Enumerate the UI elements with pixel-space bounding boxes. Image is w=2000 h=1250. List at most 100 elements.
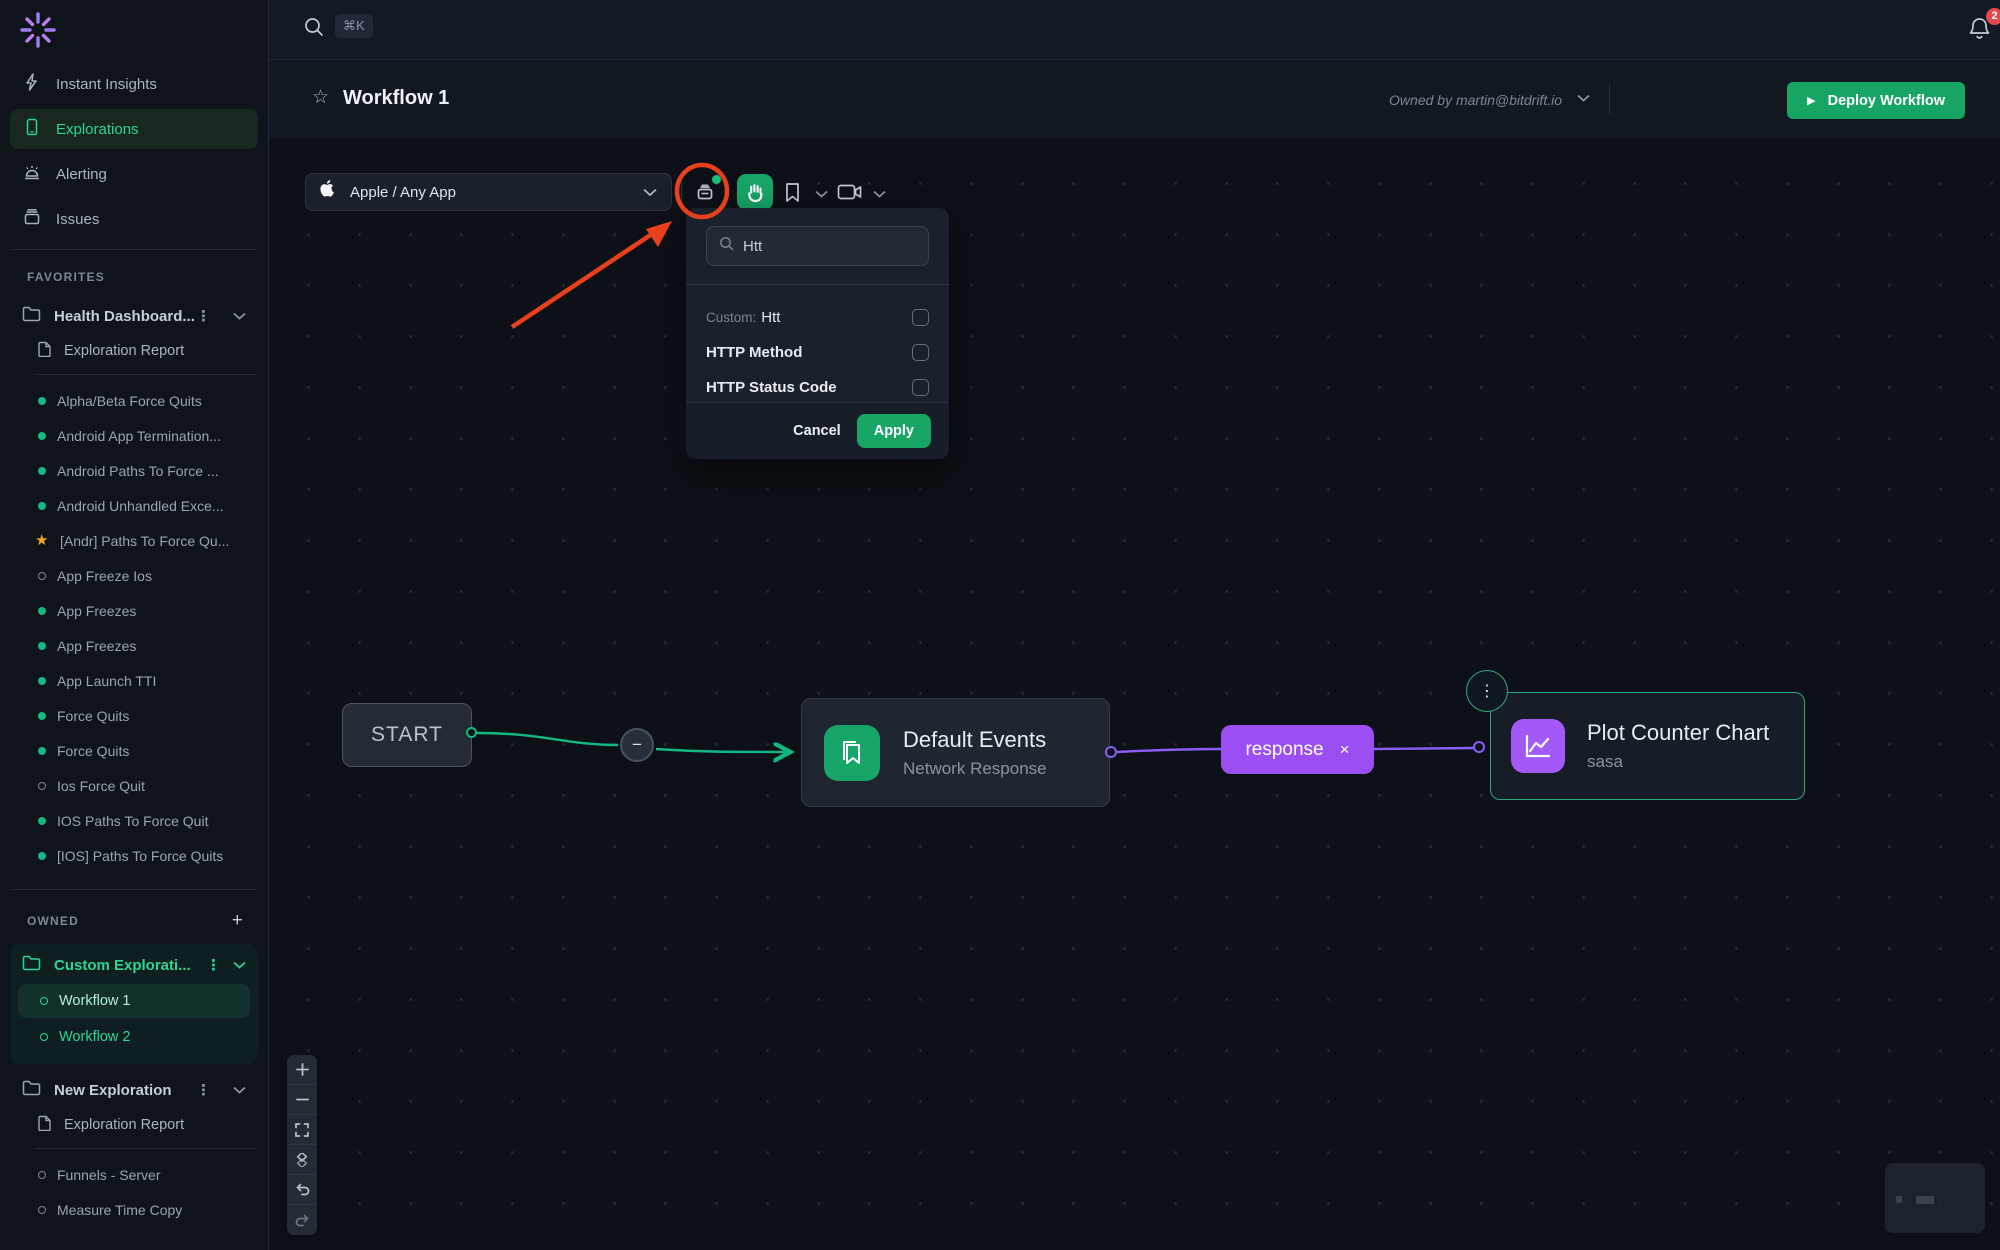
minimap-node <box>1916 1196 1934 1204</box>
list-item[interactable]: IOS Paths To Force Quit <box>0 803 268 838</box>
owned-folder-new-exploration[interactable]: New Exploration ⋮ <box>0 1072 268 1108</box>
redo-button[interactable] <box>287 1205 317 1235</box>
kebab-menu-icon: ⋮ <box>1479 681 1495 701</box>
search-icon <box>719 236 734 256</box>
list-item[interactable]: App Launch TTI <box>0 663 268 698</box>
chevron-down-icon[interactable] <box>233 312 246 320</box>
owned-folder-group: Custom Explorati... ⋮ Workflow 1 Workflo… <box>10 944 258 1064</box>
archive-box-icon <box>23 208 41 230</box>
list-item[interactable]: Android App Termination... <box>0 418 268 453</box>
green-dot-icon <box>38 502 46 510</box>
document-icon <box>38 341 52 361</box>
popup-search-input[interactable] <box>743 238 903 255</box>
popup-option-custom[interactable]: Custom: Htt <box>686 303 949 331</box>
list-item[interactable]: Measure Time Copy <box>0 1192 268 1227</box>
bookmark-event-icon <box>824 725 880 781</box>
checkbox[interactable] <box>912 309 929 326</box>
node-port[interactable] <box>1473 741 1485 753</box>
list-item[interactable]: App Freezes <box>0 628 268 663</box>
list-item[interactable]: Force Quits <box>0 698 268 733</box>
app-selector-dropdown[interactable]: Apple / Any App <box>305 173 672 211</box>
file-label: Exploration Report <box>64 343 184 359</box>
list-item[interactable]: Android Unhandled Exce... <box>0 488 268 523</box>
plot-counter-chart-node[interactable]: Plot Counter Chart sasa <box>1490 692 1805 800</box>
popup-search-box <box>706 226 929 266</box>
zoom-in-button[interactable] <box>287 1055 317 1085</box>
search-icon[interactable] <box>303 16 325 43</box>
sidebar-divider <box>12 889 256 890</box>
green-dot-icon <box>38 397 46 405</box>
kebab-menu-icon[interactable]: ⋮ <box>206 956 221 974</box>
popup-divider <box>686 284 949 285</box>
owned-folder-custom-explorations[interactable]: Custom Explorati... ⋮ <box>10 946 258 984</box>
hollow-circle-icon <box>38 1206 46 1214</box>
popup-option-http-status-code[interactable]: HTTP Status Code <box>686 373 949 401</box>
hollow-circle-icon <box>38 572 46 580</box>
bitdrift-logo-icon[interactable] <box>18 10 58 50</box>
lightning-icon <box>23 73 41 95</box>
hollow-circle-icon <box>40 1033 48 1041</box>
camera-dropdown-chevron-icon[interactable] <box>868 183 890 205</box>
node-port[interactable] <box>466 727 477 738</box>
apply-button[interactable]: Apply <box>857 414 931 448</box>
sidebar-item-instant-insights[interactable]: Instant Insights <box>10 64 258 104</box>
auto-layout-button[interactable] <box>287 1145 317 1175</box>
green-dot-icon <box>38 712 46 720</box>
node-title: Plot Counter Chart <box>1587 720 1769 746</box>
recording-camera-button[interactable] <box>836 180 864 204</box>
undo-button[interactable] <box>287 1175 317 1205</box>
sidebar-item-issues[interactable]: Issues <box>10 199 258 239</box>
search-shortcut-badge: ⌘K <box>335 14 373 38</box>
checkbox[interactable] <box>912 379 929 396</box>
sidebar-item-workflow-1[interactable]: Workflow 1 <box>18 984 250 1018</box>
node-menu-button[interactable]: ⋮ <box>1466 670 1508 712</box>
node-subtitle: sasa <box>1587 752 1769 772</box>
list-item[interactable]: Ios Force Quit <box>0 768 268 803</box>
sidebar-item-explorations[interactable]: Explorations <box>10 109 258 149</box>
checkbox[interactable] <box>912 344 929 361</box>
chevron-down-icon[interactable] <box>233 961 246 969</box>
popup-option-http-method[interactable]: HTTP Method <box>686 338 949 366</box>
favorites-exploration-report[interactable]: Exploration Report <box>0 334 268 368</box>
folder-icon <box>22 1080 41 1100</box>
notification-count-badge: 2 <box>1986 8 2000 25</box>
sidebar-item-workflow-2[interactable]: Workflow 2 <box>18 1020 250 1054</box>
list-item[interactable]: App Freeze Ios <box>0 558 268 593</box>
hollow-circle-icon <box>40 997 48 1005</box>
default-events-node[interactable]: Default Events Network Response <box>801 698 1110 807</box>
chevron-down-icon[interactable] <box>233 1086 246 1094</box>
folder-label: Health Dashboard... <box>54 308 196 325</box>
list-item[interactable]: [IOS] Paths To Force Quits <box>0 838 268 873</box>
zoom-out-button[interactable] <box>287 1085 317 1115</box>
start-node[interactable]: START <box>342 703 472 767</box>
cancel-button[interactable]: Cancel <box>793 423 841 439</box>
list-item[interactable]: Force Quits <box>0 733 268 768</box>
kebab-menu-icon[interactable]: ⋮ <box>196 307 211 325</box>
list-item[interactable]: Android Paths To Force ... <box>0 453 268 488</box>
list-item[interactable]: Funnels - Server <box>0 1157 268 1192</box>
pan-hand-button[interactable] <box>737 174 773 210</box>
favorite-star-toggle[interactable]: ☆ <box>312 86 329 109</box>
edge-label-pill[interactable]: response × <box>1221 725 1374 774</box>
fit-view-button[interactable] <box>287 1115 317 1145</box>
add-exploration-button[interactable]: + <box>232 910 244 932</box>
list-item[interactable]: App Freezes <box>0 593 268 628</box>
chevron-down-icon[interactable] <box>1577 94 1590 102</box>
list-item[interactable]: ★[Andr] Paths To Force Qu... <box>0 523 268 558</box>
node-title: Default Events <box>903 727 1047 753</box>
favorites-folder-health-dashboard[interactable]: Health Dashboard... ⋮ <box>0 298 268 334</box>
owned-exploration-report[interactable]: Exploration Report <box>0 1108 268 1142</box>
list-item[interactable]: Alpha/Beta Force Quits <box>0 383 268 418</box>
remove-label-icon[interactable]: × <box>1340 740 1350 760</box>
collapse-edge-button[interactable]: − <box>620 728 654 762</box>
sidebar-item-alerting[interactable]: Alerting <box>10 154 258 194</box>
bookmark-button[interactable] <box>779 179 805 205</box>
owner-label[interactable]: Owned by martin@bitdrift.io <box>1389 92 1562 108</box>
kebab-menu-icon[interactable]: ⋮ <box>196 1081 211 1099</box>
minimap[interactable] <box>1885 1163 1985 1233</box>
header-separator <box>1609 84 1610 114</box>
line-chart-icon <box>1511 719 1565 773</box>
deploy-workflow-button[interactable]: ▶ Deploy Workflow <box>1787 82 1965 119</box>
bookmark-dropdown-chevron-icon[interactable] <box>810 183 832 205</box>
node-port[interactable] <box>1105 746 1117 758</box>
